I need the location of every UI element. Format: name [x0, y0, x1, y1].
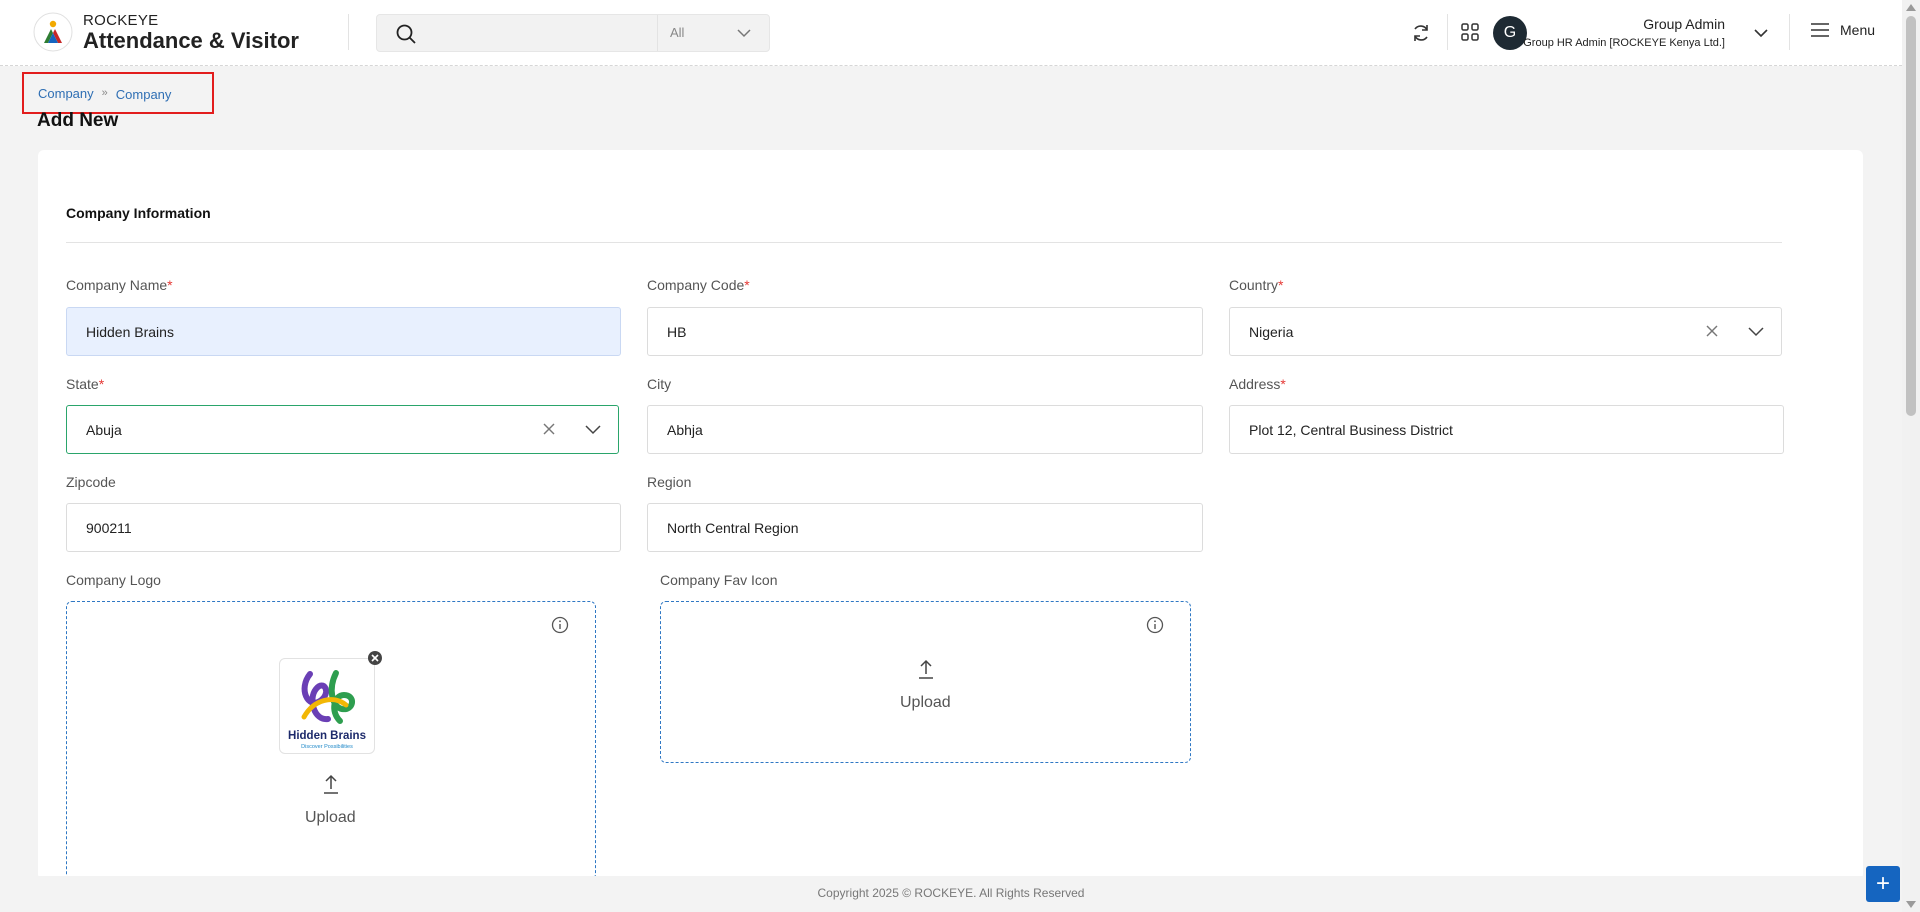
brand-title: Attendance & Visitor [83, 28, 299, 53]
company-code-input[interactable]: HB [647, 307, 1203, 356]
refresh-icon[interactable] [1410, 22, 1432, 44]
header-divider [1789, 14, 1790, 50]
global-search: All [376, 14, 770, 52]
zipcode-label: Zipcode [66, 474, 116, 490]
top-header: ROCKEYE Attendance & Visitor All G Group… [0, 0, 1902, 66]
breadcrumb-item[interactable]: Company [38, 86, 94, 101]
section-divider [66, 242, 1782, 243]
zipcode-input[interactable]: 900211 [66, 503, 621, 552]
chevron-down-icon[interactable] [1747, 326, 1765, 338]
scroll-thumb[interactable] [1906, 16, 1916, 416]
company-logo-dropzone[interactable]: Hidden Brains Discover Possibilities Upl… [66, 601, 596, 880]
breadcrumb-item[interactable]: Company [116, 87, 172, 102]
copyright-text: Copyright 2025 © ROCKEYE. All Rights Res… [817, 886, 1085, 900]
upload-arrow-icon [324, 774, 338, 794]
state-label: State* [66, 376, 105, 392]
menu-button[interactable]: Menu [1810, 22, 1875, 38]
chevron-down-icon[interactable] [1752, 24, 1770, 42]
user-avatar[interactable]: G [1493, 16, 1527, 50]
add-fab-button[interactable]: + [1866, 866, 1900, 902]
company-code-label: Company Code* [647, 277, 750, 293]
upload-label: Upload [305, 809, 356, 826]
company-fav-icon-dropzone[interactable]: Upload [660, 601, 1191, 763]
search-input[interactable] [427, 19, 627, 49]
region-input[interactable]: North Central Region [647, 503, 1203, 552]
company-form-card: Company Information Company Name* Hidden… [38, 150, 1863, 880]
address-label: Address* [1229, 376, 1286, 392]
preview-title: Hidden Brains [288, 730, 366, 742]
state-select[interactable]: Abuja [66, 405, 619, 454]
chevron-down-icon[interactable] [584, 424, 602, 436]
breadcrumb: Company » Company [22, 72, 214, 114]
scroll-up-arrow-icon[interactable] [1906, 4, 1916, 11]
address-input[interactable]: Plot 12, Central Business District [1229, 405, 1784, 454]
company-fav-icon-label: Company Fav Icon [660, 572, 778, 588]
company-logo-label: Company Logo [66, 572, 161, 588]
clear-icon[interactable] [542, 422, 556, 436]
user-name[interactable]: Group Admin [1643, 16, 1725, 32]
remove-image-icon[interactable] [367, 650, 383, 666]
scroll-down-arrow-icon[interactable] [1906, 901, 1916, 908]
search-icon[interactable] [395, 23, 417, 45]
search-filter-value: All [670, 25, 685, 40]
info-icon[interactable] [1146, 616, 1164, 634]
info-icon[interactable] [551, 616, 569, 634]
upload-arrow-icon [919, 659, 933, 679]
city-input[interactable]: Abhja [647, 405, 1203, 454]
header-divider [348, 14, 349, 50]
search-filter-select[interactable]: All [657, 15, 770, 51]
page-scrollbar[interactable] [1902, 0, 1920, 912]
page-title: Add New [37, 110, 119, 131]
rockeye-logo-icon[interactable] [33, 12, 73, 52]
city-label: City [647, 376, 672, 392]
double-chevron-right-icon: » [101, 87, 108, 99]
company-name-label: Company Name* [66, 277, 173, 293]
country-label: Country* [1229, 277, 1284, 293]
menu-label: Menu [1840, 22, 1876, 38]
country-select[interactable]: Nigeria [1229, 307, 1782, 356]
upload-label: Upload [900, 694, 951, 711]
company-name-input[interactable]: Hidden Brains [66, 307, 621, 356]
clear-icon[interactable] [1705, 324, 1719, 338]
region-label: Region [647, 474, 692, 490]
company-logo-preview: Hidden Brains Discover Possibilities [279, 658, 375, 754]
chevron-down-icon [737, 29, 751, 38]
section-title: Company Information [66, 205, 211, 221]
preview-tagline: Discover Possibilities [301, 744, 353, 750]
hamburger-icon [1811, 23, 1829, 37]
apps-grid-icon[interactable] [1460, 22, 1480, 42]
page-footer: Copyright 2025 © ROCKEYE. All Rights Res… [0, 876, 1902, 912]
user-role: Group HR Admin [ROCKEYE Kenya Ltd.] [1523, 37, 1725, 49]
hidden-brains-logo-icon: Hidden Brains Discover Possibilities [288, 670, 366, 750]
brand-small-text: ROCKEYE [83, 12, 159, 29]
header-divider [1447, 14, 1448, 50]
